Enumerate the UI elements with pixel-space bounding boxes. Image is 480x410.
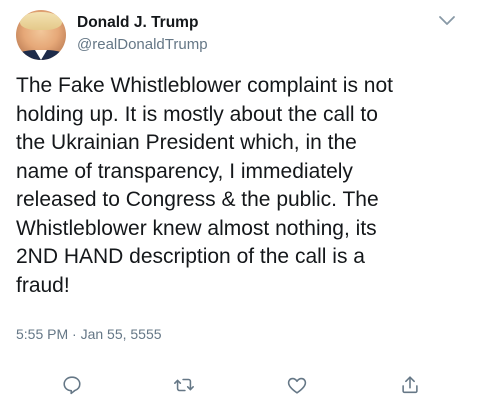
avatar-hair (20, 12, 62, 30)
reply-icon[interactable] (60, 373, 84, 397)
retweet-icon[interactable] (172, 373, 196, 397)
tweet-actions (0, 370, 480, 400)
tweet-text: The Fake Whistleblower complaint is not … (16, 74, 393, 297)
heart-icon[interactable] (285, 373, 309, 397)
author-name[interactable]: Donald J. Trump (77, 14, 198, 32)
chevron-down-icon[interactable] (437, 14, 457, 28)
tweet-timestamp[interactable]: 5:55 PM · Jan 55, 5555 (16, 326, 162, 342)
author-handle[interactable]: @realDonaldTrump (77, 36, 208, 53)
avatar[interactable] (16, 10, 66, 60)
tweet-card: Donald J. Trump @realDonaldTrump The Fak… (0, 0, 480, 410)
share-icon[interactable] (398, 373, 422, 397)
